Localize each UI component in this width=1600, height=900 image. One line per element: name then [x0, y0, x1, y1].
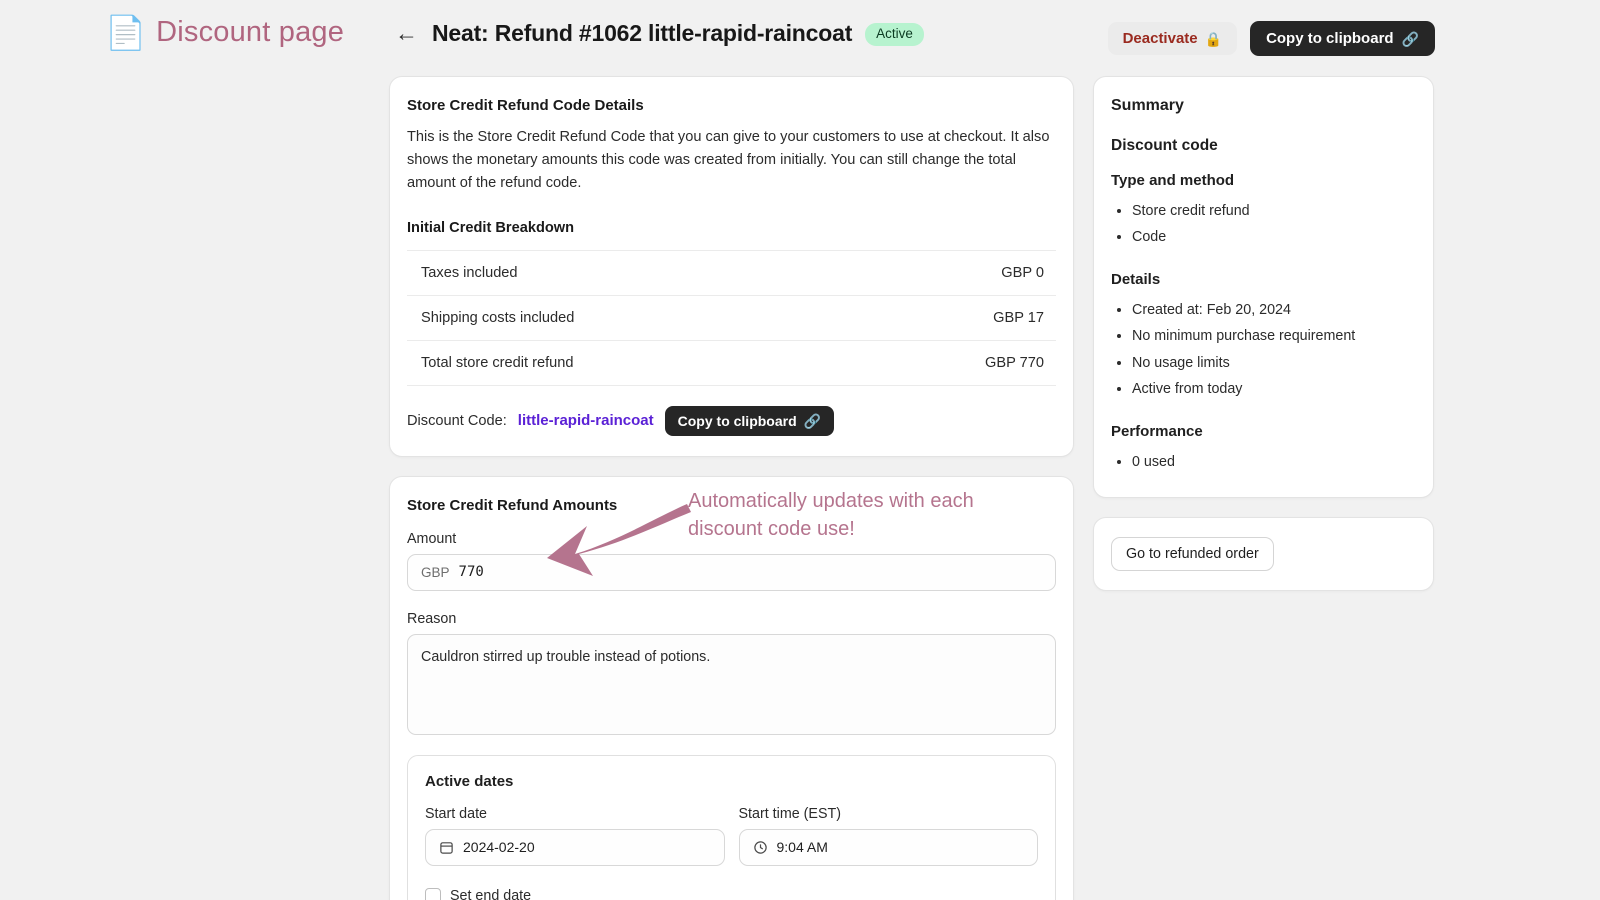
- summary-details-list: Created at: Feb 20, 2024 No minimum purc…: [1111, 297, 1416, 403]
- go-to-refunded-order-button[interactable]: Go to refunded order: [1111, 537, 1274, 572]
- set-end-date-label: Set end date: [450, 887, 532, 900]
- summary-performance-list: 0 used: [1111, 449, 1416, 475]
- row-label: Shipping costs included: [421, 309, 575, 326]
- discount-code-label: Discount Code:: [407, 412, 507, 429]
- row-label: Taxes included: [421, 264, 518, 281]
- summary-title: Summary: [1111, 97, 1184, 114]
- reason-label: Reason: [407, 610, 457, 627]
- table-row: Taxes included GBP 0: [407, 249, 1056, 295]
- list-item: Active from today: [1132, 376, 1416, 402]
- start-date-label: Start date: [425, 805, 487, 822]
- active-dates-card: Active dates Start date 2024-02-20 Start…: [407, 754, 1056, 900]
- summary-type-list: Store credit refund Code: [1111, 198, 1416, 251]
- details-description: This is the Store Credit Refund Code tha…: [407, 129, 1050, 191]
- back-arrow-icon[interactable]: ←: [395, 22, 418, 45]
- copy-code-label: Copy to clipboard: [677, 412, 797, 429]
- list-item: 0 used: [1132, 449, 1416, 475]
- app-root: 📄 Discount page ← Neat: Refund #1062 lit…: [0, 0, 1600, 900]
- header-actions: Deactivate 🔒 Copy to clipboard 🔗: [1107, 21, 1435, 56]
- row-value: GBP 0: [1001, 264, 1044, 281]
- brand-title: Discount page: [156, 16, 345, 48]
- start-date-group: Start date 2024-02-20: [425, 806, 725, 866]
- copy-label: Copy to clipboard: [1266, 30, 1394, 47]
- refund-amounts-card: Store Credit Refund Amounts Amount GBP 7…: [389, 475, 1074, 900]
- refunded-order-card: Go to refunded order: [1093, 517, 1434, 592]
- start-time-input[interactable]: 9:04 AM: [738, 828, 1038, 866]
- breakdown-heading: Initial Credit Breakdown: [407, 219, 575, 236]
- top-bar: 📄 Discount page ← Neat: Refund #1062 lit…: [0, 0, 1600, 74]
- copy-to-clipboard-button[interactable]: Copy to clipboard 🔗: [1250, 21, 1435, 56]
- amount-input[interactable]: GBP 770: [407, 553, 1056, 591]
- amount-label: Amount: [407, 530, 457, 547]
- summary-performance-heading: Performance: [1111, 422, 1203, 440]
- discount-code-value[interactable]: little-rapid-raincoat: [518, 412, 654, 429]
- start-time-group: Start time (EST) 9:04 AM: [738, 805, 1038, 866]
- link-icon: 🔗: [1401, 30, 1419, 47]
- set-end-date-row[interactable]: Set end date: [425, 887, 1038, 900]
- summary-type-heading: Type and method: [1111, 172, 1235, 189]
- start-date-input[interactable]: 2024-02-20: [425, 828, 725, 866]
- summary-details-heading: Details: [1111, 270, 1161, 288]
- set-end-date-checkbox[interactable]: [425, 887, 441, 900]
- deactivate-button[interactable]: Deactivate 🔒: [1107, 22, 1238, 55]
- active-dates-grid: Start date 2024-02-20 Start time (EST) 9…: [425, 806, 1038, 866]
- details-heading: Store Credit Refund Code Details: [407, 97, 644, 114]
- table-row: Total store credit refund GBP 770: [407, 339, 1056, 386]
- row-value: GBP 17: [993, 309, 1044, 326]
- credit-breakdown-table: Taxes included GBP 0 Shipping costs incl…: [407, 249, 1056, 386]
- reason-textarea[interactable]: Cauldron stirred up trouble instead of p…: [407, 633, 1056, 735]
- status-badge: Active: [865, 22, 924, 47]
- discount-code-row: Discount Code: little-rapid-raincoat Cop…: [407, 405, 1056, 436]
- start-time-label: Start time (EST): [738, 805, 841, 822]
- summary-card: Summary Discount code Type and method St…: [1093, 76, 1434, 499]
- row-label: Total store credit refund: [421, 354, 574, 371]
- main-column: Store Credit Refund Code Details This is…: [389, 76, 1074, 900]
- summary-discount-code-heading: Discount code: [1111, 137, 1218, 154]
- start-time-value: 9:04 AM: [776, 839, 828, 856]
- page-document-icon: 📄: [105, 14, 147, 51]
- calendar-icon: [439, 840, 454, 855]
- table-row: Shipping costs included GBP 17: [407, 294, 1056, 340]
- lock-icon: 🔒: [1204, 30, 1223, 47]
- list-item: No usage limits: [1132, 350, 1416, 376]
- clock-icon: [753, 840, 768, 855]
- deactivate-label: Deactivate: [1122, 30, 1198, 47]
- amounts-heading: Store Credit Refund Amounts: [407, 496, 618, 514]
- page-title: Neat: Refund #1062 little-rapid-raincoat: [432, 20, 853, 46]
- currency-prefix: GBP: [421, 564, 450, 580]
- side-column: Summary Discount code Type and method St…: [1093, 76, 1434, 592]
- list-item: No minimum purchase requirement: [1132, 323, 1416, 349]
- link-icon: 🔗: [803, 412, 822, 429]
- list-item: Created at: Feb 20, 2024: [1132, 297, 1416, 323]
- active-dates-heading: Active dates: [425, 772, 514, 790]
- start-date-value: 2024-02-20: [463, 839, 535, 856]
- amount-value: 770: [458, 564, 484, 581]
- copy-code-button[interactable]: Copy to clipboard 🔗: [664, 405, 835, 436]
- brand: 📄 Discount page: [105, 16, 344, 49]
- list-item: Store credit refund: [1132, 198, 1416, 224]
- refund-code-details-card: Store Credit Refund Code Details This is…: [389, 76, 1074, 457]
- row-value: GBP 770: [985, 354, 1044, 371]
- page-header: ← Neat: Refund #1062 little-rapid-rainco…: [395, 20, 924, 47]
- list-item: Code: [1132, 224, 1416, 250]
